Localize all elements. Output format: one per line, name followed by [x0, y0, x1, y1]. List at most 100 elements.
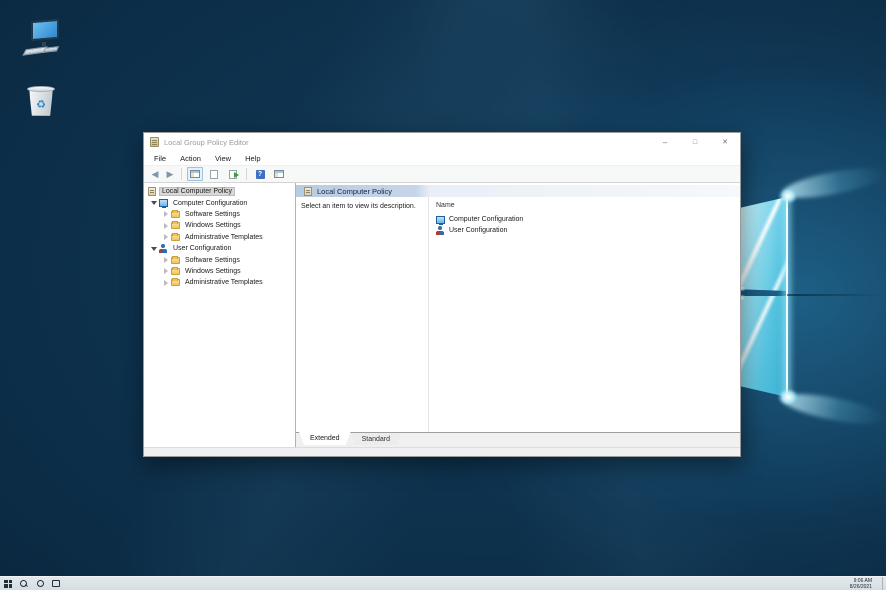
taskbar-clock[interactable]: 9:06 AM 8/26/2021 [850, 578, 872, 590]
tree-item-user-configuration[interactable]: User Configuration [144, 243, 295, 254]
recycle-bin-rim [27, 86, 55, 92]
folder-icon [171, 232, 180, 241]
chevron-collapsed-icon[interactable] [161, 223, 171, 229]
tree-item-label: Local Computer Policy [159, 187, 236, 197]
cortana-icon [36, 580, 44, 587]
console-window-button[interactable] [271, 167, 287, 181]
tree-item-software-settings-user[interactable]: Software Settings [144, 254, 295, 265]
light-beam-top [780, 162, 886, 204]
help-icon [255, 169, 265, 179]
tree-item-admin-templates-user[interactable]: Administrative Templates [144, 277, 295, 288]
tree-item-label: Computer Configuration [173, 199, 248, 207]
window-body: Local Computer Policy Computer Configura… [144, 183, 740, 447]
glow-corner-bottom [773, 384, 803, 410]
chevron-collapsed-icon[interactable] [161, 257, 171, 263]
tree-item-windows-settings-computer[interactable]: Windows Settings [144, 220, 295, 231]
list-item-computer-configuration[interactable]: Computer Configuration [436, 214, 740, 225]
results-pane: Local Computer Policy Select an item to … [296, 183, 740, 432]
tree-item-computer-configuration[interactable]: Computer Configuration [144, 197, 295, 209]
chevron-collapsed-icon[interactable] [161, 234, 171, 240]
recycle-bin-icon[interactable] [26, 84, 58, 118]
minimize-icon[interactable] [650, 133, 680, 151]
tree-item-admin-templates-computer[interactable]: Administrative Templates [144, 232, 295, 243]
list-item-label: User Configuration [449, 227, 508, 234]
cortana-button[interactable] [32, 577, 48, 590]
export-list-button[interactable] [225, 167, 241, 181]
export-list-icon [229, 169, 239, 179]
properties-button[interactable] [206, 167, 222, 181]
chevron-expanded-icon[interactable] [149, 247, 159, 251]
taskbar: 9:06 AM 8/26/2021 [0, 576, 886, 590]
tree-item-label: Software Settings [185, 256, 240, 264]
tree-item-label: Administrative Templates [185, 279, 263, 287]
task-view-button[interactable] [48, 577, 64, 590]
user-icon [159, 244, 168, 254]
clock-time: 9:06 AM [853, 577, 872, 584]
policy-icon [304, 186, 312, 196]
window-controls [650, 133, 740, 151]
policy-icon [148, 187, 156, 197]
tree-item-software-settings-computer[interactable]: Software Settings [144, 209, 295, 220]
menu-file[interactable]: File [147, 154, 173, 163]
toolbar [144, 165, 740, 183]
tree-item-label: Software Settings [185, 210, 240, 218]
list-item-user-configuration[interactable]: User Configuration [436, 225, 740, 236]
tree-item-label: Windows Settings [185, 222, 241, 230]
tree-item-label: User Configuration [173, 245, 232, 253]
toolbar-separator [246, 168, 247, 180]
items-list-pane: Name Computer Configuration User Configu… [428, 197, 740, 432]
start-button[interactable] [0, 577, 16, 590]
maximize-icon[interactable] [680, 133, 710, 151]
tree-item-label: Administrative Templates [185, 233, 263, 241]
tree-item-windows-settings-user[interactable]: Windows Settings [144, 266, 295, 277]
recycle-symbol-icon [36, 98, 46, 111]
windows-logo-glow [735, 190, 793, 404]
folder-icon [171, 209, 180, 218]
this-pc-icon[interactable] [22, 18, 62, 58]
light-beam-bottom [780, 388, 886, 430]
show-console-tree-button[interactable] [187, 167, 203, 181]
tree-item-local-computer-policy[interactable]: Local Computer Policy [144, 186, 295, 197]
view-tabs: Extended Standard [296, 432, 740, 447]
title-bar[interactable]: Local Group Policy Editor [144, 133, 740, 151]
computer-icon [159, 199, 168, 209]
results-pane-wrapper: Local Computer Policy Select an item to … [296, 183, 740, 447]
help-button[interactable] [252, 167, 268, 181]
folder-icon [171, 221, 180, 230]
tab-standard[interactable]: Standard [351, 433, 401, 445]
menu-action[interactable]: Action [173, 154, 208, 163]
forward-icon[interactable] [164, 169, 176, 180]
console-tree-pane: Local Computer Policy Computer Configura… [144, 183, 296, 447]
console-window-icon [274, 170, 284, 178]
this-pc-base [42, 46, 60, 53]
show-desktop-button[interactable] [882, 576, 886, 590]
results-content: Select an item to view its description. … [296, 197, 740, 432]
chevron-collapsed-icon[interactable] [161, 211, 171, 217]
properties-icon [210, 169, 218, 179]
windows-logo-bottom-pane [735, 296, 787, 397]
name-column-header[interactable]: Name [436, 202, 740, 209]
windows-start-icon [4, 579, 12, 588]
computer-icon [436, 215, 445, 225]
tab-extended[interactable]: Extended [299, 432, 351, 445]
search-icon [20, 579, 28, 588]
user-icon [436, 226, 445, 235]
menu-view[interactable]: View [208, 154, 238, 163]
menu-bar: File Action View Help [144, 151, 740, 165]
windows-desktop: { "desktop": { "icons": [ { "name": "thi… [0, 0, 886, 590]
back-icon[interactable] [149, 169, 161, 180]
recycle-bin-body [29, 89, 53, 116]
tree-item-label: Windows Settings [185, 267, 241, 275]
chevron-collapsed-icon[interactable] [161, 280, 171, 286]
menu-help[interactable]: Help [238, 154, 267, 163]
close-icon[interactable] [710, 133, 740, 151]
clock-date: 8/26/2021 [849, 583, 872, 590]
results-header-title: Local Computer Policy [317, 186, 393, 196]
windows-logo-edge-glow [786, 197, 788, 397]
chevron-expanded-icon[interactable] [149, 201, 159, 205]
glow-corner-top [774, 184, 802, 208]
chevron-collapsed-icon[interactable] [161, 268, 171, 274]
description-text: Select an item to view its description. [301, 203, 416, 210]
search-button[interactable] [16, 577, 32, 590]
gpedit-window: Local Group Policy Editor File Action Vi… [143, 132, 741, 457]
